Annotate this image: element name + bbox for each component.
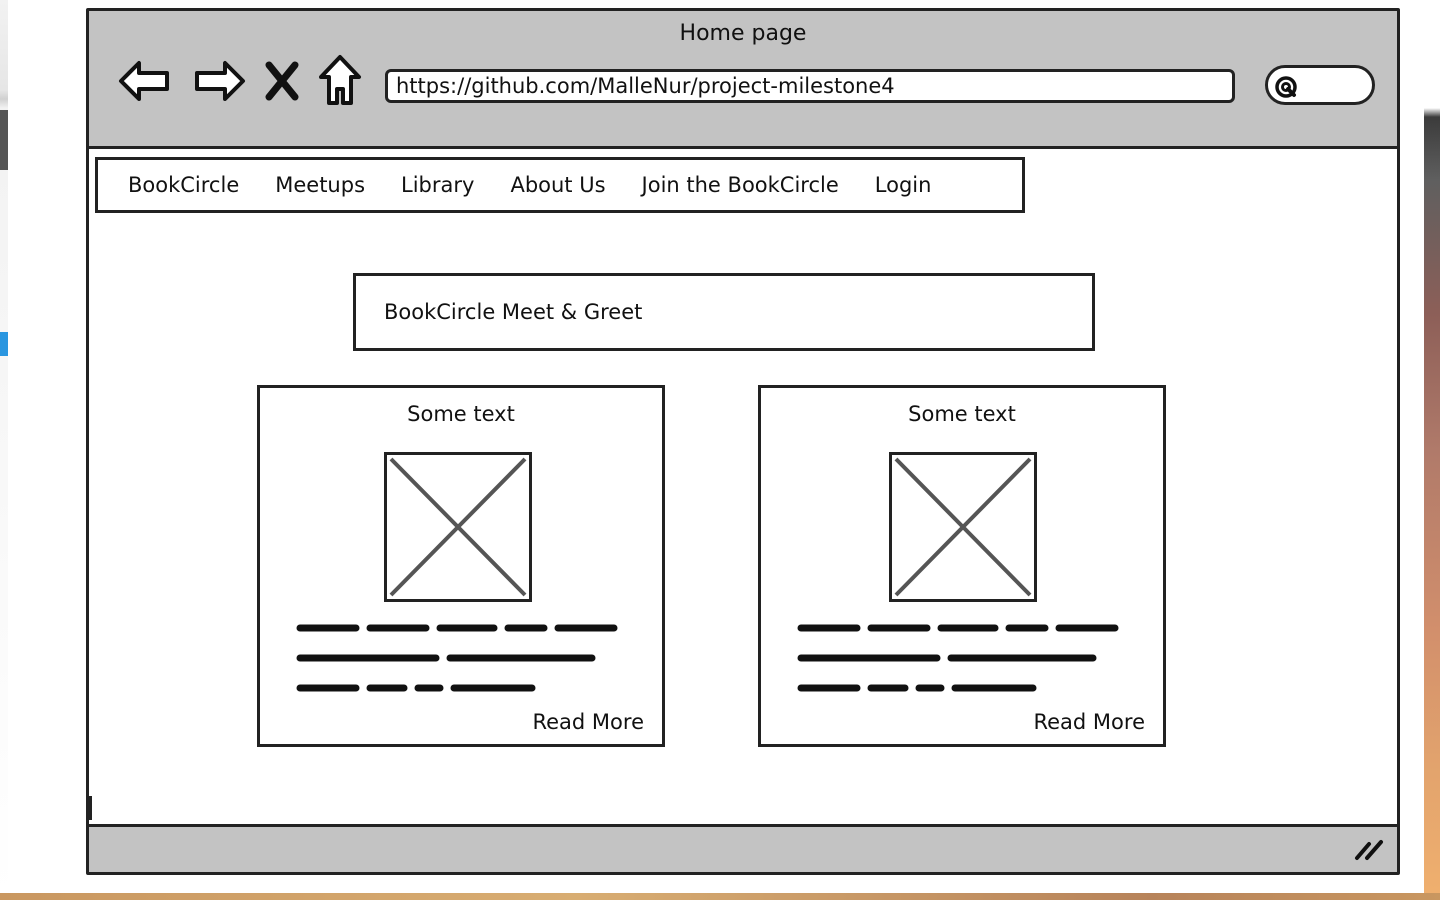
browser-nav-icons bbox=[117, 49, 363, 113]
hero-banner: BookCircle Meet & Greet bbox=[353, 273, 1095, 351]
content-card: Some text Read More bbox=[257, 385, 665, 747]
read-more-link[interactable]: Read More bbox=[1033, 710, 1145, 734]
search-box[interactable] bbox=[1265, 65, 1375, 105]
browser-window-mockup: Home page https://github.com/MalleNur/pr… bbox=[86, 8, 1400, 875]
back-arrow-icon[interactable] bbox=[117, 53, 173, 109]
url-input[interactable] bbox=[388, 74, 1232, 98]
desktop-edge-highlight bbox=[0, 332, 8, 356]
window-title: Home page bbox=[679, 21, 807, 46]
placeholder-text-scribble bbox=[797, 624, 1119, 692]
address-bar[interactable] bbox=[385, 69, 1235, 103]
desktop-bottom-edge bbox=[0, 893, 1440, 900]
desktop-left-edge bbox=[0, 0, 8, 900]
forward-arrow-icon[interactable] bbox=[191, 53, 247, 109]
browser-titlebar: Home page bbox=[89, 11, 1397, 149]
image-placeholder-icon bbox=[384, 452, 532, 602]
search-icon[interactable] bbox=[1274, 75, 1300, 105]
home-icon[interactable] bbox=[317, 53, 363, 109]
nav-item-bookcircle[interactable]: BookCircle bbox=[128, 173, 239, 197]
hero-title: BookCircle Meet & Greet bbox=[384, 300, 643, 324]
card-title: Some text bbox=[908, 402, 1016, 426]
desktop-edge-band bbox=[0, 110, 8, 170]
content-card: Some text Read More bbox=[758, 385, 1166, 747]
browser-status-bar bbox=[89, 824, 1397, 872]
placeholder-text-scribble bbox=[296, 624, 618, 692]
main-nav: BookCircle Meetups Library About Us Join… bbox=[95, 157, 1025, 213]
image-placeholder-icon bbox=[889, 452, 1037, 602]
nav-item-about-us[interactable]: About Us bbox=[510, 173, 605, 197]
page-content: BookCircle Meetups Library About Us Join… bbox=[89, 149, 1397, 829]
nav-item-login[interactable]: Login bbox=[875, 173, 932, 197]
desktop-wallpaper-edge bbox=[1424, 0, 1440, 900]
nav-item-meetups[interactable]: Meetups bbox=[275, 173, 365, 197]
read-more-link[interactable]: Read More bbox=[532, 710, 644, 734]
nav-item-join[interactable]: Join the BookCircle bbox=[642, 173, 839, 197]
window-edge-tick bbox=[89, 796, 92, 820]
resize-grip-icon[interactable] bbox=[1353, 836, 1387, 866]
card-title: Some text bbox=[407, 402, 515, 426]
nav-item-library[interactable]: Library bbox=[401, 173, 474, 197]
close-x-icon[interactable] bbox=[265, 61, 299, 101]
